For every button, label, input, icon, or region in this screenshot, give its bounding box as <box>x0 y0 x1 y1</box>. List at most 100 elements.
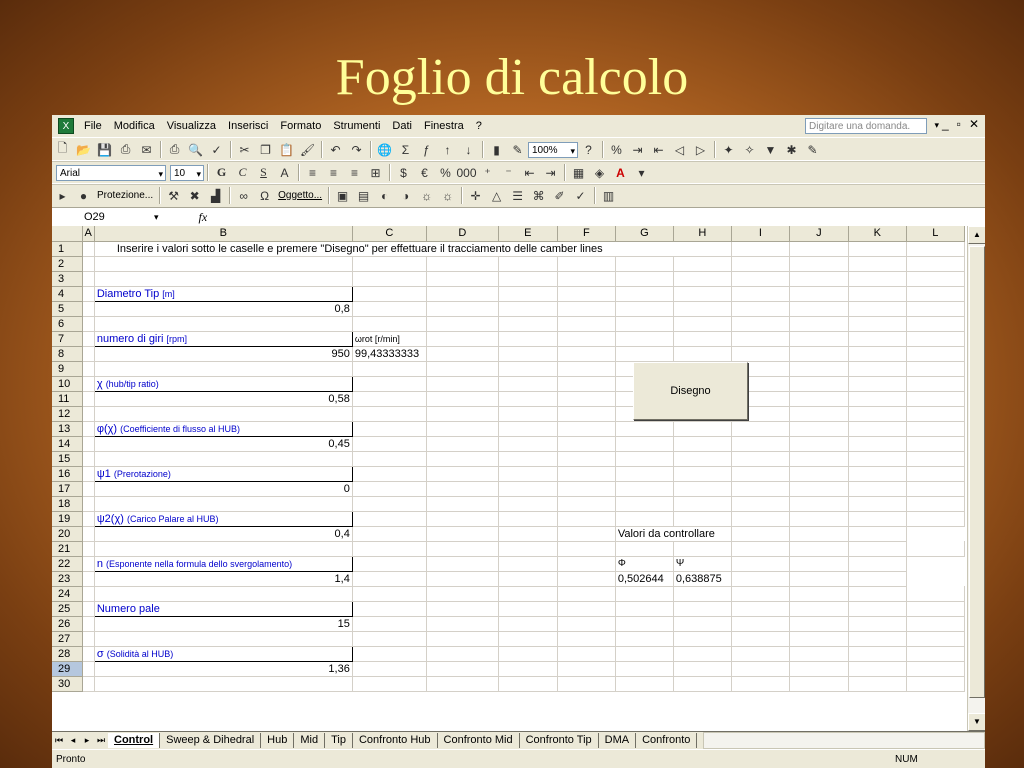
column-header[interactable]: I <box>731 226 790 242</box>
sort-descending-icon[interactable]: ↓ <box>460 141 477 158</box>
menu-dati[interactable]: Dati <box>386 115 418 137</box>
menu-strumenti[interactable]: Strumenti <box>327 115 386 137</box>
spreadsheet-grid[interactable]: A B C D E F G H I J K L 1 Inserire i val… <box>52 226 967 731</box>
wrot-value-cell[interactable]: 99,43333333 <box>352 346 427 362</box>
sigma-value-cell[interactable]: 1,36 <box>94 661 353 677</box>
chart-wizard-icon[interactable]: ▮ <box>488 141 505 158</box>
cell-table[interactable]: A B C D E F G H I J K L 1 Inserire i val… <box>52 226 965 692</box>
protection-button[interactable]: Protezione... <box>97 190 153 201</box>
decrease-indent-fmt-icon[interactable]: ⇤ <box>521 164 538 181</box>
highlight-icon[interactable]: ✱ <box>783 141 800 158</box>
crop-icon[interactable]: ▤ <box>355 187 372 204</box>
next-sheet-icon[interactable]: ▸ <box>80 735 94 746</box>
row-header[interactable]: 17 <box>52 481 83 497</box>
permission-icon[interactable]: ⎙ <box>117 141 134 158</box>
row-header[interactable]: 3 <box>52 271 83 287</box>
menu-formato[interactable]: Formato <box>274 115 327 137</box>
left-arrows-icon[interactable]: ◁ <box>671 141 688 158</box>
check-phi-value[interactable]: 0,502644 <box>615 571 674 587</box>
name-box[interactable]: O29 <box>52 209 154 225</box>
menu-inserisci[interactable]: Inserisci <box>222 115 274 137</box>
tab-dma[interactable]: DMA <box>599 733 637 748</box>
chart-icon[interactable]: ▟ <box>207 187 224 204</box>
zoom-select[interactable]: 100% <box>528 141 578 159</box>
sigma-label-cell[interactable]: σ (Solidità al HUB) <box>93 645 353 662</box>
close-icon[interactable]: ✕ <box>969 117 979 131</box>
sort-ascending-icon[interactable]: ↑ <box>439 141 456 158</box>
phi-label-cell[interactable]: φ(χ) (Coefficiente di flusso al HUB) <box>93 420 353 437</box>
row-header[interactable]: 13 <box>52 421 83 437</box>
chi-value-cell[interactable]: 0,58 <box>94 391 353 407</box>
toolbar-options-icon[interactable]: ▾ <box>633 164 650 181</box>
scroll-up-icon[interactable]: ▲ <box>968 226 985 244</box>
cut-icon[interactable]: ✂ <box>236 141 253 158</box>
contrast-icon[interactable]: ◐ <box>376 187 393 204</box>
check-values-label[interactable]: Valori da controllare <box>615 526 732 542</box>
redo-icon[interactable]: ↷ <box>348 141 365 158</box>
n-label-cell[interactable]: n (Esponente nella formula dello svergol… <box>93 555 353 572</box>
phi-value-cell[interactable]: 0,45 <box>94 436 353 452</box>
column-header[interactable]: F <box>557 226 616 242</box>
psi2-label-cell[interactable]: ψ2(χ) (Carico Palare al HUB) <box>93 510 353 527</box>
column-header[interactable]: L <box>906 226 965 242</box>
open-folder-icon[interactable]: 📂 <box>75 141 92 158</box>
row-header[interactable]: 15 <box>52 451 83 467</box>
column-header[interactable]: K <box>848 226 907 242</box>
row-header[interactable]: 25 <box>52 601 83 617</box>
brightness-icon[interactable]: ◑ <box>397 187 414 204</box>
edit-icon[interactable]: ✎ <box>804 141 821 158</box>
right-arrows-icon[interactable]: ▷ <box>692 141 709 158</box>
first-sheet-icon[interactable]: ⏮ <box>52 735 66 746</box>
diameter-label-cell[interactable]: Diametro Tip [m] <box>93 285 353 302</box>
menu-finestra[interactable]: Finestra <box>418 115 470 137</box>
column-header[interactable]: C <box>352 226 427 242</box>
row-header[interactable]: 30 <box>52 676 83 692</box>
psi1-label-cell[interactable]: ψ1 (Prerotazione) <box>93 465 353 482</box>
play-icon[interactable]: ▸ <box>54 187 71 204</box>
filter-icon[interactable]: ▼ <box>762 141 779 158</box>
row-header[interactable]: 8 <box>52 346 83 362</box>
check-phi-label[interactable]: Φ <box>615 556 674 572</box>
row-header[interactable]: 26 <box>52 616 83 632</box>
row-header[interactable]: 1 <box>52 241 83 257</box>
row-header[interactable]: 22 <box>52 556 83 572</box>
instruction-cell[interactable]: Inserire i valori sotto le caselle e pre… <box>94 241 732 257</box>
picture-options-icon[interactable]: ▥ <box>600 187 617 204</box>
row-header[interactable]: 21 <box>52 541 83 557</box>
disegno-button[interactable]: Disegno <box>633 362 748 420</box>
row-header[interactable]: 9 <box>52 361 83 377</box>
row-header[interactable]: 12 <box>52 406 83 422</box>
link-icon[interactable]: ∞ <box>235 187 252 204</box>
diameter-value-cell[interactable]: 0,8 <box>94 301 353 317</box>
menu-help[interactable]: ? <box>470 115 488 137</box>
format-picture-icon[interactable]: ⌘ <box>530 187 547 204</box>
function-wizard-icon[interactable]: fx <box>199 210 208 225</box>
row-header[interactable]: 23 <box>52 571 83 587</box>
font-size-select[interactable]: 10 <box>170 164 204 182</box>
line-style-icon[interactable]: ☰ <box>509 187 526 204</box>
n-value-cell[interactable]: 1,4 <box>94 571 353 587</box>
comma-style-icon[interactable]: % <box>608 141 625 158</box>
row-header[interactable]: 5 <box>52 301 83 317</box>
wrench-icon[interactable]: ✖ <box>186 187 203 204</box>
column-header[interactable]: B <box>94 226 353 242</box>
column-header[interactable]: J <box>789 226 849 242</box>
tab-confronto[interactable]: Confronto <box>636 733 698 748</box>
minimize-icon[interactable]: _ <box>942 117 949 131</box>
pale-label-cell[interactable]: Numero pale <box>93 600 353 617</box>
function-icon[interactable]: ƒ <box>418 141 435 158</box>
fill-color-icon[interactable]: ◈ <box>591 164 608 181</box>
align-left-icon[interactable]: ≡ <box>304 164 321 181</box>
rpm-label-cell[interactable]: numero di giri [rpm] <box>93 330 353 347</box>
increase-indent-icon[interactable]: ⇥ <box>629 141 646 158</box>
copy-icon[interactable]: ❐ <box>257 141 274 158</box>
translate-icon[interactable]: ✧ <box>741 141 758 158</box>
thousands-icon[interactable]: 000 <box>456 164 476 181</box>
underline-button[interactable]: S <box>255 164 272 181</box>
rotate-icon[interactable]: ✛ <box>467 187 484 204</box>
align-center-icon[interactable]: ≡ <box>325 164 342 181</box>
hyperlink-icon[interactable]: 🌐 <box>376 141 393 158</box>
undo-icon[interactable]: ↶ <box>327 141 344 158</box>
print-icon[interactable]: ⎙ <box>166 141 183 158</box>
save-icon[interactable]: 💾 <box>96 141 113 158</box>
